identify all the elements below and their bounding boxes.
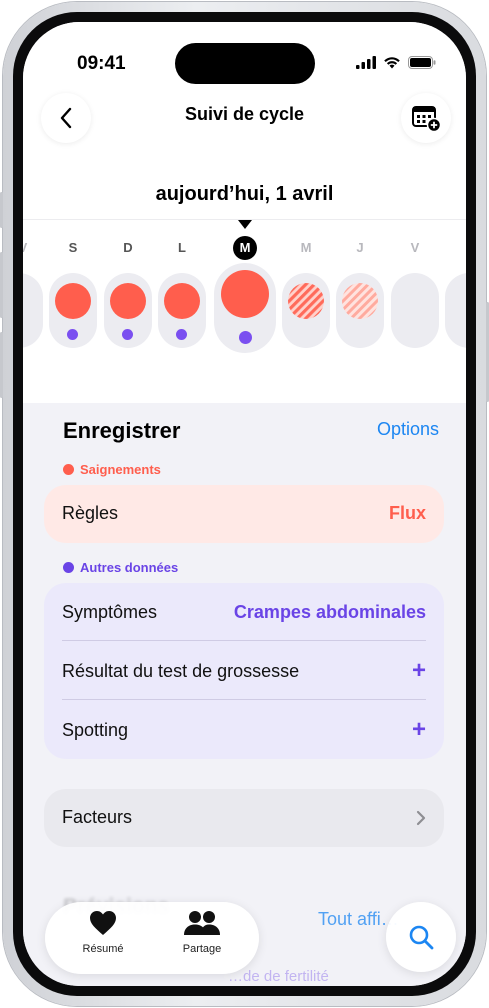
device-frame: 09:41 Suivi de cycle aujourd’hui, 1 avri… [0, 2, 489, 1006]
tab-summary[interactable]: Résumé [63, 910, 143, 955]
period-label: Règles [62, 503, 119, 523]
day-letter: V [23, 240, 38, 255]
status-icons [356, 56, 436, 69]
action-button [0, 192, 3, 228]
other-data-category-label: Autres données [80, 560, 179, 575]
page-title: Suivi de cycle [184, 104, 305, 124]
add-calendar-button[interactable] [401, 93, 451, 143]
spotting-label: Spotting [62, 719, 129, 740]
heart-icon [90, 911, 116, 935]
pregnancy-test-label: Résultat du test de grossesse [62, 660, 300, 681]
day-cell[interactable] [445, 273, 466, 348]
predicted-period-icon [288, 283, 324, 319]
day-cell-today[interactable] [214, 263, 276, 353]
bleeding-dot-icon [63, 464, 74, 475]
day-cell[interactable] [282, 273, 330, 348]
period-dot [164, 283, 200, 319]
day-letter: J [356, 240, 364, 255]
tab-sharing[interactable]: Partage [162, 910, 242, 955]
chevron-right-icon [416, 810, 426, 825]
cellular-signal-icon [356, 56, 376, 69]
day-cell[interactable] [158, 273, 206, 348]
period-dot [221, 270, 269, 318]
add-spotting-icon[interactable]: + [412, 718, 426, 742]
other-data-card: Symptômes Crampes abdominales Résultat d… [44, 583, 444, 759]
symptoms-row[interactable]: Symptômes Crampes abdominales [62, 602, 426, 623]
bleeding-category: Saignements [63, 462, 161, 477]
symptoms-label: Symptômes [62, 602, 158, 622]
pregnancy-test-row[interactable]: Résultat du test de grossesse + [62, 659, 426, 683]
tab-summary-label: Résumé [82, 943, 124, 955]
calendar-add-icon [412, 106, 441, 132]
factors-label: Facteurs [62, 807, 133, 827]
battery-icon [408, 56, 436, 69]
symptoms-value: Crampes abdominales [233, 602, 426, 622]
spotting-row[interactable]: Spotting + [62, 718, 426, 742]
other-data-category: Autres données [63, 560, 178, 575]
period-card[interactable]: Règles Flux [44, 485, 444, 543]
day-letter: S [455, 240, 467, 255]
symptom-dot [67, 329, 78, 340]
other-data-dot-icon [63, 562, 74, 573]
tab-bar: Résumé Partage [45, 902, 259, 974]
status-time: 09:41 [77, 53, 126, 74]
wifi-icon [384, 57, 400, 69]
day-letter: M [300, 240, 312, 255]
bezel: 09:41 Suivi de cycle aujourd’hui, 1 avri… [13, 12, 476, 996]
day-cell[interactable] [104, 273, 152, 348]
screen: 09:41 Suivi de cycle aujourd’hui, 1 avri… [23, 22, 466, 986]
day-cell[interactable] [49, 273, 97, 348]
day-strip[interactable]: V S D L M [23, 219, 466, 403]
dynamic-island [175, 43, 315, 84]
people-icon [184, 911, 220, 935]
today-letter: M [233, 236, 257, 260]
volume-up-button [0, 252, 3, 318]
day-cell[interactable] [23, 273, 43, 348]
predicted-period-icon [342, 283, 378, 319]
fertility-window-partial: …de de fertilité [228, 968, 329, 985]
period-dot [55, 283, 91, 319]
symptom-dot [176, 329, 187, 340]
day-cell[interactable] [391, 273, 439, 348]
selected-date: aujourd’hui, 1 avril [155, 183, 334, 205]
factors-card[interactable]: Facteurs [44, 789, 444, 847]
tab-sharing-label: Partage [182, 943, 222, 955]
symptom-dot [239, 331, 252, 344]
period-row[interactable]: Règles Flux [62, 503, 426, 524]
log-title: Enregistrer [63, 418, 181, 443]
divider [62, 699, 426, 700]
factors-row[interactable]: Facteurs [62, 807, 426, 828]
search-icon [409, 925, 434, 950]
day-cell[interactable] [336, 273, 384, 348]
period-value: Flux [388, 503, 426, 523]
volume-down-button [0, 332, 3, 398]
add-pregnancy-test-icon[interactable]: + [412, 659, 426, 683]
period-dot [110, 283, 146, 319]
bleeding-category-label: Saignements [80, 462, 161, 477]
day-letter: V [410, 240, 420, 255]
day-letter: L [178, 240, 186, 255]
search-button[interactable] [386, 902, 456, 972]
divider [62, 640, 426, 641]
symptom-dot [122, 329, 133, 340]
day-letter: S [68, 240, 78, 255]
options-button[interactable]: Options [377, 419, 439, 440]
today-marker-icon [238, 220, 252, 229]
day-letter: D [123, 240, 133, 255]
